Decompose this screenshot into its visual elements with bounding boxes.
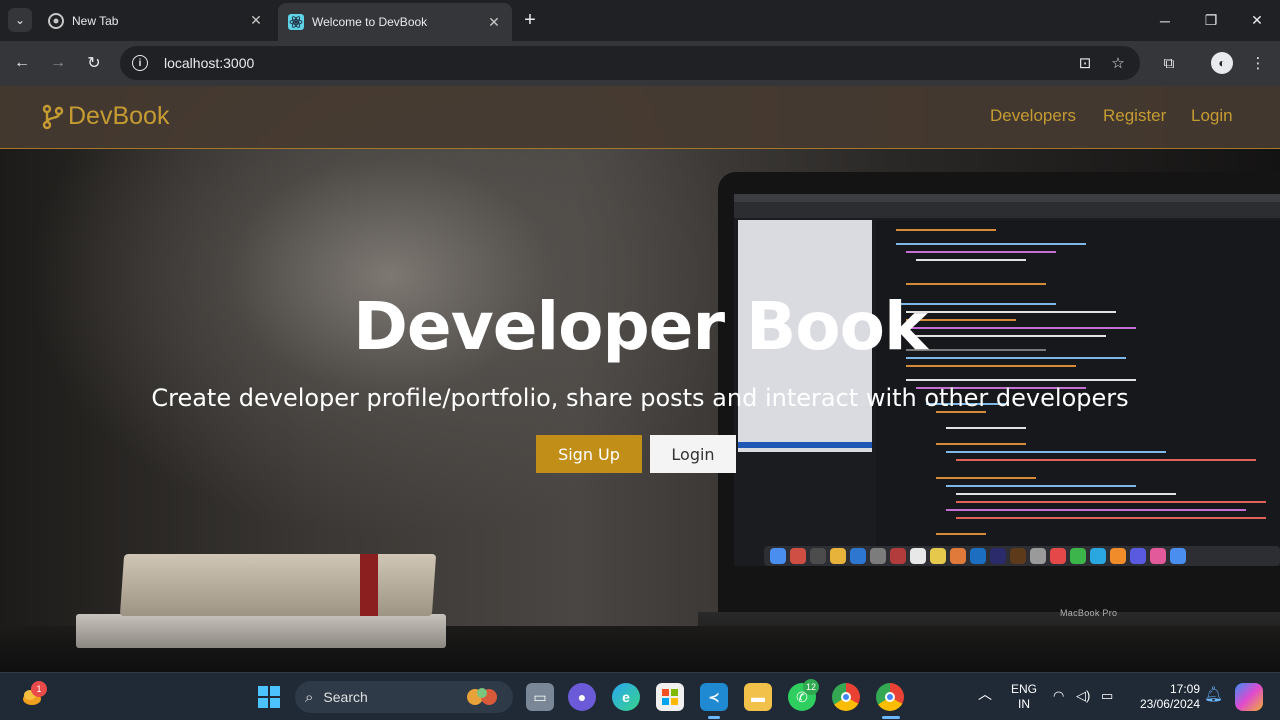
close-icon[interactable]: ✕	[248, 12, 264, 29]
new-tab-button[interactable]: +	[519, 9, 541, 31]
site-navbar: DevBook Developers Register Login	[0, 86, 1280, 149]
laptop-menubar	[734, 194, 1280, 202]
laptop-screen	[734, 194, 1280, 566]
minimize-button[interactable]: ─	[1142, 0, 1188, 41]
search-highlight-icon	[465, 685, 501, 712]
notification-bell-icon[interactable]: 🔔︎	[1204, 687, 1223, 702]
brand-name: DevBook	[68, 102, 170, 130]
nav-link-register[interactable]: Register	[1103, 106, 1166, 126]
code-branch-icon	[42, 104, 64, 129]
menu-icon[interactable]: ⋮	[1244, 49, 1272, 77]
wifi-icon[interactable]: ◠	[1053, 688, 1064, 703]
page-viewport: MacBook Pro DevBook Developers Register …	[0, 86, 1280, 672]
chevron-up-icon[interactable]: ︿	[978, 687, 992, 702]
brand-logo[interactable]: DevBook	[42, 102, 169, 131]
windows-start-icon[interactable]	[255, 683, 283, 711]
tab-devbook[interactable]: Welcome to DevBook ✕	[278, 3, 512, 41]
region-code: IN	[1018, 697, 1030, 711]
react-icon	[288, 14, 304, 30]
book-top	[119, 554, 437, 616]
copilot-icon[interactable]: ●	[568, 683, 596, 711]
install-app-icon[interactable]: ⊡	[1075, 53, 1095, 73]
copilot-pre-icon[interactable]	[1235, 683, 1263, 711]
chrome-active-icon[interactable]	[876, 683, 904, 711]
vscode-running-indicator	[708, 716, 720, 719]
browser-toolbar: ← → ↻ i localhost:3000 ⊡ ☆ ⧉ ◐ ⋮	[0, 41, 1280, 86]
bookmark-star-icon[interactable]: ☆	[1108, 53, 1128, 73]
tab-title: Welcome to DevBook	[312, 15, 428, 29]
battery-icon[interactable]: ▭	[1101, 688, 1113, 703]
reload-icon[interactable]: ↻	[80, 49, 108, 77]
hero-title: Developer Book	[353, 288, 928, 365]
close-window-button[interactable]: ✕	[1234, 0, 1280, 41]
tab-search-button[interactable]: ⌄	[8, 8, 32, 32]
sign-up-button[interactable]: Sign Up	[536, 435, 642, 473]
volume-icon[interactable]: ◁)	[1076, 688, 1090, 703]
book-bookmark-ribbon	[360, 554, 378, 616]
vscode-icon[interactable]: ≺	[700, 683, 728, 711]
url-text: localhost:3000	[164, 55, 255, 71]
clock-time: 17:09	[1169, 682, 1200, 696]
language-code: ENG	[1010, 682, 1037, 696]
laptop-brand-label: MacBook Pro	[1060, 608, 1118, 618]
folder-icon[interactable]: ▬	[744, 683, 772, 711]
search-placeholder: Search	[323, 689, 368, 705]
info-icon[interactable]: i	[132, 55, 148, 71]
login-button[interactable]: Login	[650, 435, 736, 473]
nav-link-login[interactable]: Login	[1191, 106, 1233, 126]
address-bar[interactable]: i localhost:3000 ⊡ ☆	[120, 46, 1140, 80]
tab-title: New Tab	[72, 13, 119, 28]
laptop-dock	[764, 546, 1280, 566]
hero-subtitle: Create developer profile/portfolio, shar…	[151, 384, 1129, 412]
edge-icon[interactable]: e	[612, 683, 640, 711]
book-bottom	[76, 614, 446, 648]
forward-arrow-icon[interactable]: →	[44, 49, 72, 77]
extensions-icon[interactable]: ⧉	[1155, 49, 1183, 77]
search-icon: ⌕	[305, 688, 314, 706]
clock-date: 23/06/2024	[1139, 697, 1200, 711]
laptop-background-image	[698, 172, 1280, 672]
nav-link-developers[interactable]: Developers	[990, 106, 1076, 126]
windows-taskbar: 1 ⌕ Search ▭ ● e ≺ ▬ ✆ 12 ︿ ENG IN ◠ ◁) …	[0, 672, 1280, 720]
restore-button[interactable]: ❐	[1188, 0, 1234, 41]
taskbar-search[interactable]: ⌕ Search	[295, 681, 513, 713]
chrome-active-indicator	[882, 716, 900, 719]
tab-new-tab[interactable]: New Tab ✕	[38, 3, 274, 38]
back-arrow-icon[interactable]: ←	[8, 49, 36, 77]
store-icon[interactable]	[656, 683, 684, 711]
notification-badge: 1	[31, 681, 47, 697]
close-icon[interactable]: ✕	[486, 14, 502, 30]
laptop-ide-toolbar	[734, 202, 1280, 218]
language-indicator[interactable]: ENG IN	[1008, 682, 1040, 712]
file-explorer-icon[interactable]: ▭	[526, 683, 554, 711]
chrome-icon	[48, 12, 64, 29]
tab-strip: ⌄ New Tab ✕ Welcome to DevBook ✕ + ─ ❐ ✕	[0, 0, 1280, 41]
whatsapp-badge: 12	[803, 679, 819, 695]
clock[interactable]: 17:09 23/06/2024	[1130, 682, 1200, 712]
profile-avatar[interactable]: ◐	[1211, 52, 1233, 74]
chrome-icon[interactable]	[832, 683, 860, 711]
